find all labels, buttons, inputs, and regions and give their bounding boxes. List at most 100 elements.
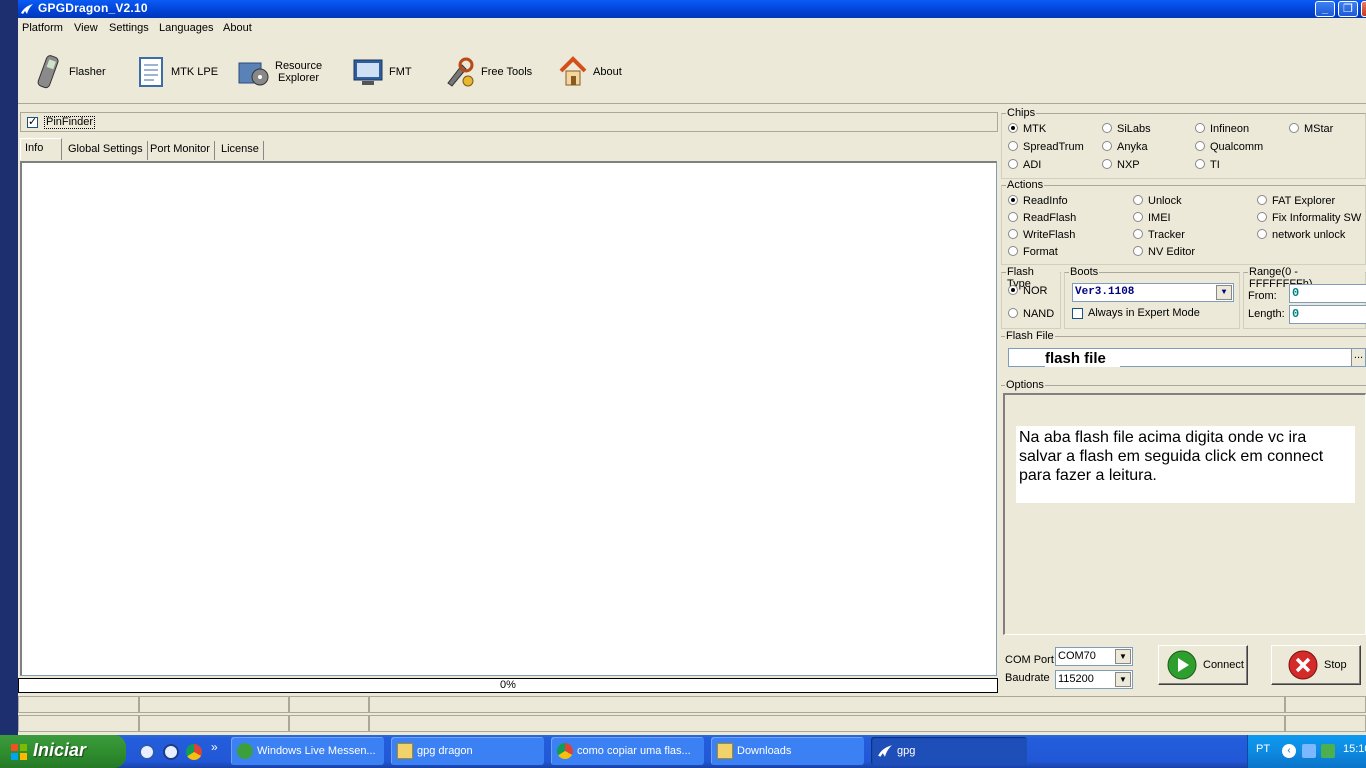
close-button[interactable]: × [1361, 1, 1366, 17]
language-indicator[interactable]: PT [1256, 743, 1270, 755]
chip-infineon-label: Infineon [1210, 123, 1250, 135]
fmt-button[interactable]: FMT [352, 51, 412, 93]
action-network-unlock-radio[interactable]: network unlock [1257, 229, 1345, 242]
action-network-unlock-label: network unlock [1272, 229, 1346, 241]
usb-icon[interactable] [1321, 744, 1335, 758]
radio-dot [1008, 195, 1018, 205]
chevron-left-icon[interactable]: ‹ [1282, 744, 1296, 758]
info-log-area[interactable] [20, 161, 997, 676]
menu-settings[interactable]: Settings [109, 22, 149, 34]
radio-dot [1257, 212, 1267, 222]
chevron-down-icon[interactable]: ▼ [1216, 285, 1232, 300]
action-format-radio[interactable]: Format [1008, 246, 1058, 259]
title-bar[interactable]: GPGDragon_V2.10 _ ❐ × [18, 0, 1366, 18]
chip-qualcomm-radio[interactable]: Qualcomm [1195, 141, 1263, 154]
task-downloads[interactable]: Downloads [711, 737, 864, 765]
action-imei-radio[interactable]: IMEI [1133, 212, 1171, 225]
range-length-label: Length: [1248, 308, 1285, 320]
chevron-down-icon[interactable]: ▼ [1115, 649, 1131, 664]
radio-dot [1008, 246, 1018, 256]
taskbar: Iniciar » Windows Live Messen... gpg dra… [0, 735, 1366, 768]
chip-anyka-radio[interactable]: Anyka [1102, 141, 1148, 154]
monitor-icon [353, 59, 383, 85]
ccleaner-icon[interactable] [163, 744, 179, 760]
wordpress-icon[interactable] [139, 744, 155, 760]
action-tracker-radio[interactable]: Tracker [1133, 229, 1185, 242]
flash-type-nand-radio[interactable]: NAND [1008, 308, 1054, 321]
action-nv-editor-radio[interactable]: NV Editor [1133, 246, 1195, 259]
com-port-select[interactable]: COM70 ▼ [1055, 647, 1133, 666]
status-bar [18, 696, 1366, 734]
resource-label-line1: Resource [275, 60, 323, 72]
baudrate-select[interactable]: 115200 ▼ [1055, 670, 1133, 689]
action-format-label: Format [1023, 246, 1058, 258]
fmt-label: FMT [389, 66, 412, 78]
flasher-button[interactable]: Flasher [34, 51, 106, 93]
desktop-strip [0, 0, 18, 735]
checkbox-box [1072, 307, 1083, 319]
range-from-input[interactable]: 0 [1289, 284, 1366, 303]
expert-mode-checkbox[interactable]: Always in Expert Mode [1072, 307, 1200, 320]
range-length-input[interactable]: 0 [1289, 305, 1366, 324]
tab-license[interactable]: License [217, 141, 264, 160]
radio-dot [1102, 159, 1112, 169]
menu-view[interactable]: View [74, 22, 98, 34]
boots-select[interactable]: Ver3.1108 ▼ [1072, 283, 1234, 302]
task-gpg[interactable]: gpg [871, 737, 1027, 765]
system-tray: PT ‹ 15:10 [1247, 735, 1366, 768]
maximize-button[interactable]: ❐ [1338, 1, 1358, 17]
free-tools-button[interactable]: Free Tools [442, 51, 532, 93]
task-gpg-dragon-folder[interactable]: gpg dragon [391, 737, 544, 765]
task-chrome[interactable]: como copiar uma flas... [551, 737, 704, 765]
start-label: Iniciar [33, 740, 87, 760]
menu-about[interactable]: About [223, 22, 252, 34]
tab-port-monitor[interactable]: Port Monitor [146, 141, 215, 160]
more-quicklaunch-chevron[interactable]: » [211, 740, 218, 754]
start-button[interactable]: Iniciar [0, 735, 126, 768]
stop-icon [1288, 650, 1318, 680]
task-messenger[interactable]: Windows Live Messen... [231, 737, 384, 765]
pinfinder-label[interactable]: PinFinder [44, 116, 96, 129]
chip-ti-radio[interactable]: TI [1195, 159, 1220, 172]
radio-dot [1257, 229, 1267, 239]
chip-spreadtrum-radio[interactable]: SpreadTrum [1008, 141, 1084, 154]
radio-dot [1133, 212, 1143, 222]
action-readinfo-radio[interactable]: ReadInfo [1008, 195, 1068, 208]
flash-type-nor-radio[interactable]: NOR [1008, 285, 1047, 298]
network-icon[interactable] [1302, 744, 1316, 758]
chip-ti-label: TI [1210, 159, 1220, 171]
chrome-icon[interactable] [186, 744, 202, 760]
minimize-button[interactable]: _ [1315, 1, 1335, 17]
connect-button[interactable]: Connect [1158, 645, 1248, 685]
radio-dot [1008, 308, 1018, 318]
pinfinder-checkbox[interactable] [27, 115, 38, 128]
chip-infineon-radio[interactable]: Infineon [1195, 123, 1249, 136]
chevron-down-icon[interactable]: ▼ [1115, 672, 1131, 687]
action-fat-explorer-radio[interactable]: FAT Explorer [1257, 195, 1335, 208]
resource-explorer-button[interactable]: Resource Explorer [236, 51, 322, 93]
status-cell [289, 696, 369, 713]
chip-mstar-radio[interactable]: MStar [1289, 123, 1333, 136]
mtk-lpe-label: MTK LPE [171, 66, 219, 78]
about-button[interactable]: About [558, 51, 622, 93]
stop-button[interactable]: Stop [1271, 645, 1361, 685]
tab-global-settings[interactable]: Global Settings [64, 141, 148, 160]
clock[interactable]: 15:10 [1343, 743, 1366, 755]
action-unlock-radio[interactable]: Unlock [1133, 195, 1182, 208]
chip-anyka-label: Anyka [1117, 141, 1148, 153]
chip-mtk-radio[interactable]: MTK [1008, 123, 1046, 136]
flash-type-nand-label: NAND [1023, 308, 1055, 320]
flash-file-input[interactable]: flash file ... [1008, 348, 1366, 367]
tab-info[interactable]: Info [20, 138, 62, 160]
chip-silabs-radio[interactable]: SiLabs [1102, 123, 1151, 136]
chip-nxp-radio[interactable]: NXP [1102, 159, 1140, 172]
mtk-lpe-button[interactable]: MTK LPE [136, 51, 218, 93]
task-gpg-label: gpg [897, 745, 916, 757]
browse-button[interactable]: ... [1351, 349, 1365, 366]
menu-languages[interactable]: Languages [159, 22, 213, 34]
chip-adi-radio[interactable]: ADI [1008, 159, 1041, 172]
action-fix-informality-radio[interactable]: Fix Informality SW [1257, 212, 1361, 225]
menu-platform[interactable]: Platform [22, 22, 63, 34]
action-writeflash-radio[interactable]: WriteFlash [1008, 229, 1075, 242]
action-readflash-radio[interactable]: ReadFlash [1008, 212, 1076, 225]
